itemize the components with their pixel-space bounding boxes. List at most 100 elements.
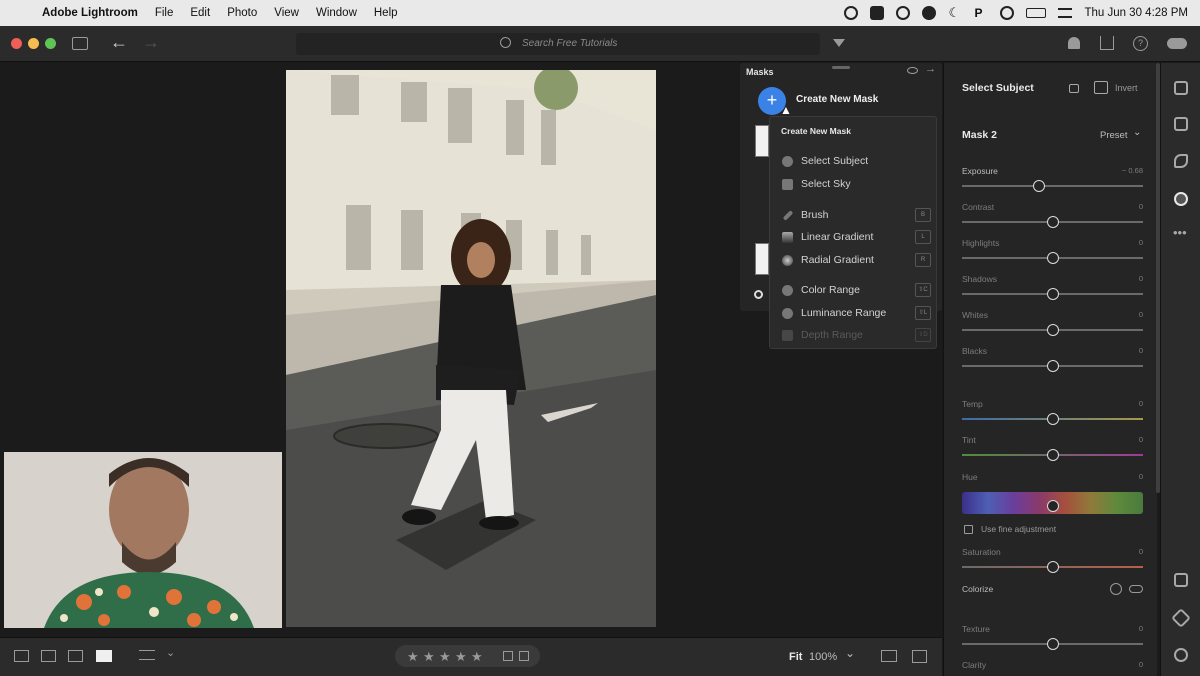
zoom-fit-button[interactable]: Fit (789, 651, 802, 663)
sort-chevron-icon[interactable]: ⌄ (166, 646, 175, 659)
comments-icon[interactable] (1174, 573, 1188, 587)
invert-icon[interactable] (1094, 81, 1108, 94)
menu-item-select-subject[interactable]: Select Subject (770, 151, 938, 171)
star-icon-1[interactable]: ★ (407, 649, 419, 665)
invert-label[interactable]: Invert (1115, 83, 1138, 93)
create-new-mask-label[interactable]: Create New Mask (796, 94, 878, 105)
tag-icon[interactable] (1171, 608, 1191, 628)
texture-knob[interactable] (1047, 638, 1059, 650)
info-icon[interactable] (1174, 648, 1188, 662)
saturation-knob[interactable] (1047, 561, 1059, 573)
menu-edit[interactable]: Edit (190, 7, 210, 19)
forward-arrow-icon[interactable]: → (142, 32, 160, 53)
mask-overlay-toggle[interactable] (754, 290, 763, 299)
menu-item-luminance-range[interactable]: Luminance Range ⇧L (770, 303, 938, 323)
star-icon-2[interactable]: ★ (423, 649, 435, 665)
colorize-toggle[interactable] (1129, 585, 1143, 593)
window-zoom-button[interactable] (45, 38, 56, 49)
filter-icon[interactable] (833, 39, 845, 47)
zoom-level[interactable]: 100% (809, 651, 837, 663)
slider-value[interactable]: 0 (1139, 399, 1143, 408)
status-icon-3[interactable] (896, 6, 911, 20)
star-icon-3[interactable]: ★ (439, 649, 451, 665)
fine-adjustment-checkbox[interactable] (964, 525, 973, 534)
menu-photo[interactable]: Photo (227, 7, 257, 19)
battery-icon[interactable] (1026, 8, 1047, 18)
app-menu[interactable]: Adobe Lightroom (42, 7, 138, 19)
edit-sliders-icon[interactable] (1174, 81, 1188, 95)
slider-knob[interactable] (1047, 413, 1059, 425)
menu-view[interactable]: View (274, 7, 299, 19)
comment-icon[interactable] (1069, 84, 1079, 93)
search-bar[interactable]: Search Free Tutorials (296, 33, 820, 55)
colorize-swatch[interactable] (1110, 583, 1122, 595)
slider-knob[interactable] (1033, 180, 1045, 192)
slider-value[interactable]: 0 (1139, 435, 1143, 444)
slider-value[interactable]: 0 (1139, 346, 1143, 355)
menu-help[interactable]: Help (374, 7, 398, 19)
star-icon-4[interactable]: ★ (455, 649, 467, 665)
preset-dropdown[interactable]: Preset (1100, 130, 1127, 141)
chevron-down-icon[interactable]: ⌄ (1133, 127, 1141, 138)
slider-value[interactable]: 0 (1139, 202, 1143, 211)
menu-item-select-sky[interactable]: Select Sky (770, 174, 938, 194)
dropbox-icon[interactable] (922, 6, 937, 20)
zoom-chevron-icon[interactable]: ⌄ (845, 646, 855, 660)
mask-name[interactable]: Mask 2 (962, 129, 997, 141)
status-icon-7[interactable] (1000, 6, 1015, 20)
hue-value[interactable]: 0 (1139, 472, 1143, 481)
slider-knob[interactable] (1047, 449, 1059, 461)
zoom-icon[interactable] (870, 6, 885, 20)
menu-window[interactable]: Window (316, 7, 357, 19)
square-grid-view-icon[interactable] (41, 650, 56, 662)
help-icon[interactable]: ? (1133, 36, 1148, 51)
notifications-bell-icon[interactable] (1068, 37, 1080, 49)
slider-knob[interactable] (1047, 360, 1059, 372)
slider-value[interactable]: − 0.68 (1122, 166, 1143, 175)
menu-item-linear-gradient[interactable]: Linear Gradient L (770, 227, 938, 247)
moon-icon[interactable]: ☾ (948, 6, 962, 20)
more-options-icon[interactable]: ••• (1173, 225, 1187, 240)
slider-track[interactable] (962, 185, 1143, 187)
flag-reject-icon[interactable] (519, 651, 529, 661)
window-close-button[interactable] (11, 38, 22, 49)
share-icon[interactable] (1100, 36, 1114, 50)
slider-knob[interactable] (1047, 288, 1059, 300)
eye-icon[interactable] (907, 67, 918, 74)
sort-icon[interactable] (139, 650, 155, 660)
mask-thumbnail-2[interactable] (755, 243, 769, 275)
window-minimize-button[interactable] (28, 38, 39, 49)
slider-knob[interactable] (1047, 252, 1059, 264)
hue-knob[interactable] (1047, 500, 1059, 512)
star-icon-5[interactable]: ★ (471, 649, 483, 665)
flag-pick-icon[interactable] (503, 651, 513, 661)
menu-item-radial-gradient[interactable]: Radial Gradient R (770, 250, 938, 270)
texture-value[interactable]: 0 (1139, 624, 1143, 633)
slider-value[interactable]: 0 (1139, 274, 1143, 283)
mask-thumbnail-1[interactable] (755, 125, 769, 157)
back-arrow-icon[interactable]: ← (110, 32, 128, 53)
clarity-value[interactable]: 0 (1139, 660, 1143, 669)
saturation-value[interactable]: 0 (1139, 547, 1143, 556)
p-icon[interactable]: P (974, 6, 988, 20)
slider-value[interactable]: 0 (1139, 238, 1143, 247)
menu-file[interactable]: File (155, 7, 174, 19)
masking-icon[interactable] (1174, 192, 1188, 206)
slider-knob[interactable] (1047, 324, 1059, 336)
before-after-icon[interactable] (912, 650, 927, 663)
crop-icon[interactable] (1174, 117, 1188, 131)
sidebar-toggle-icon[interactable] (72, 37, 88, 50)
detail-view-icon[interactable] (68, 650, 83, 662)
collapse-arrow-icon[interactable]: → (925, 63, 936, 75)
menu-item-color-range[interactable]: Color Range ⇧C (770, 280, 938, 300)
single-view-icon[interactable] (96, 650, 112, 662)
control-center-icon[interactable] (1058, 8, 1073, 18)
panel-drag-handle[interactable] (832, 66, 850, 69)
cloud-icon[interactable] (1167, 38, 1187, 49)
photo-preview[interactable] (286, 70, 656, 627)
slider-knob[interactable] (1047, 216, 1059, 228)
compare-icon[interactable] (881, 650, 897, 662)
slider-value[interactable]: 0 (1139, 310, 1143, 319)
healing-icon[interactable] (1174, 154, 1188, 168)
menubar-clock[interactable]: Thu Jun 30 4:28 PM (1084, 7, 1188, 19)
